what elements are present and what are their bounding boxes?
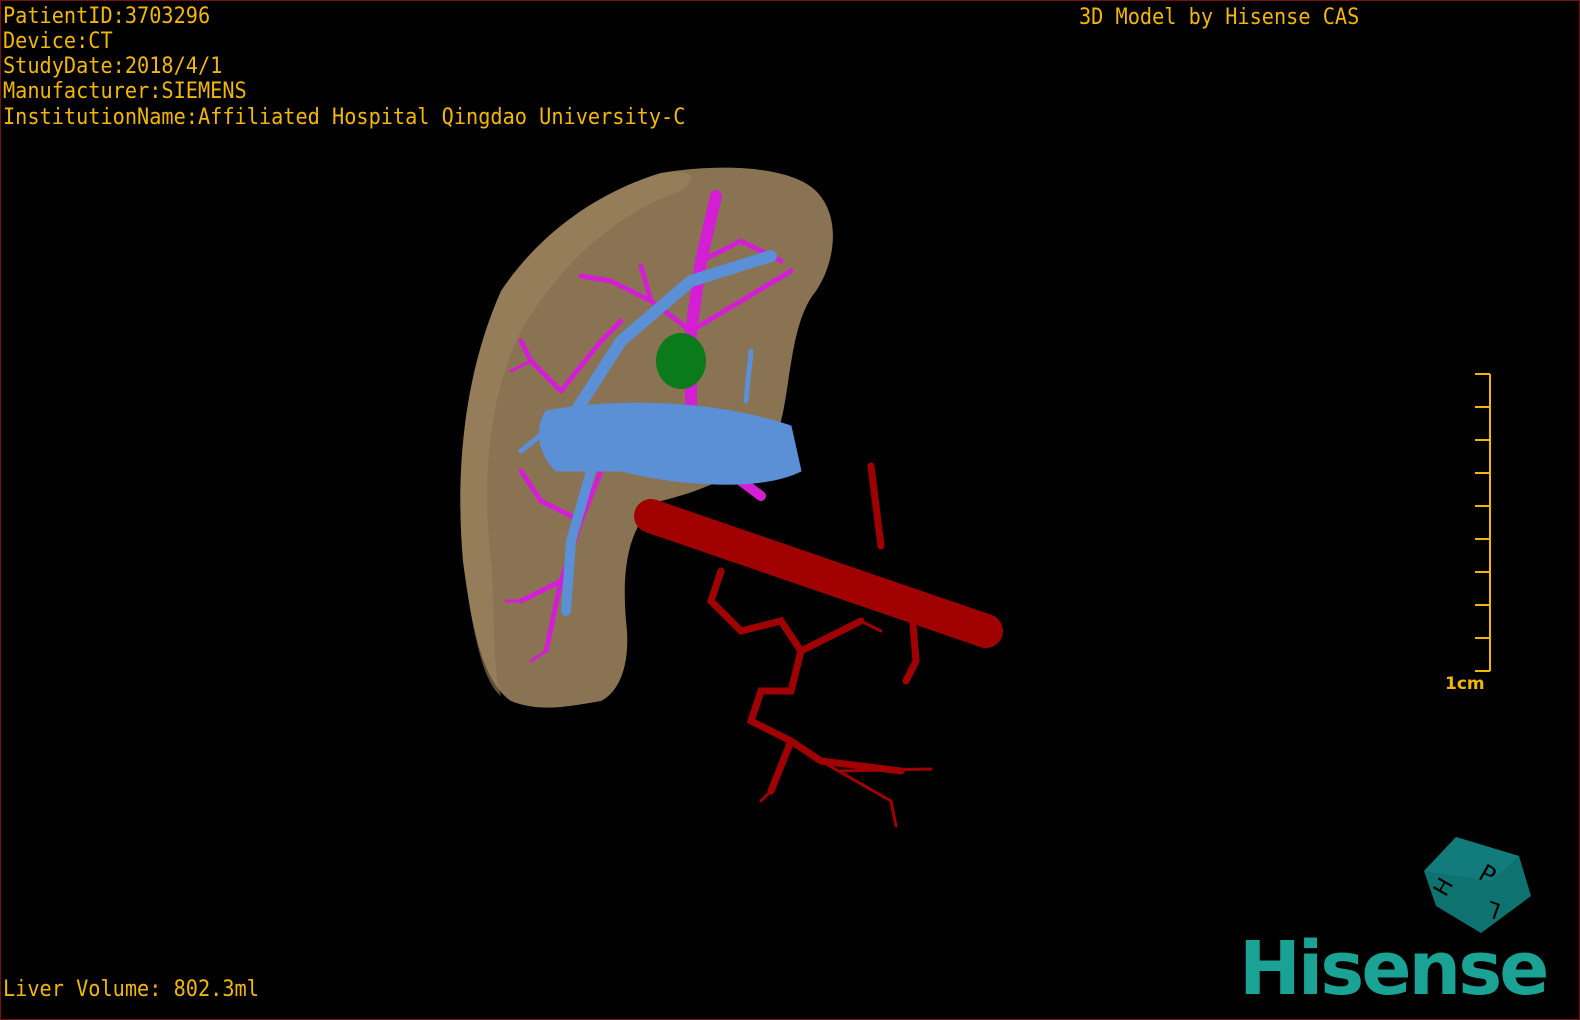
liver-volume: Liver Volume: 802.3ml (3, 977, 259, 1002)
3d-viewport[interactable]: PatientID:3703296 Device:CT StudyDate:20… (0, 0, 1580, 1020)
hisense-logo: Hisense (1239, 926, 1549, 1012)
orientation-cube[interactable]: P H L (1, 1, 1580, 1020)
